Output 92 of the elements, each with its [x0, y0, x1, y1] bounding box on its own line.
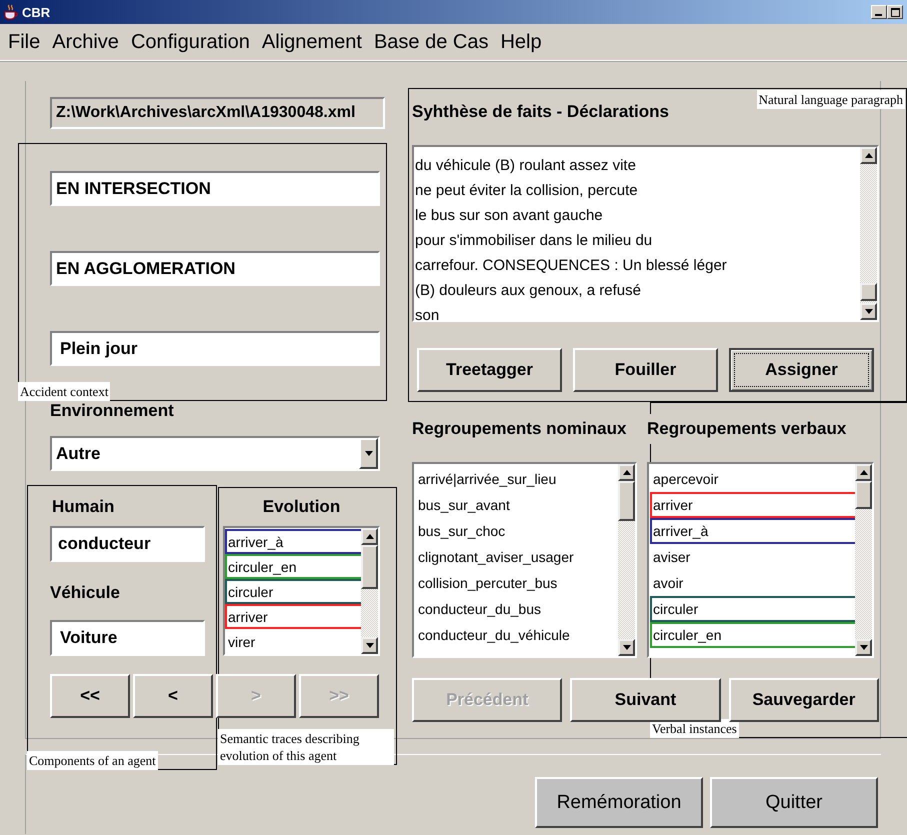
text-field[interactable]: Plein jour — [50, 331, 380, 366]
text-field[interactable]: EN AGGLOMERATION — [50, 251, 380, 286]
scrollbar[interactable] — [860, 147, 877, 320]
list-item[interactable]: virer — [225, 629, 363, 654]
list-item[interactable]: clignotant_aviser_usager — [415, 544, 620, 570]
action-button[interactable]: Remémoration — [535, 777, 703, 828]
window-title: CBR — [22, 4, 50, 20]
list-item[interactable]: conducteur_du_bus — [415, 596, 620, 622]
minimize-button[interactable] — [871, 5, 887, 19]
text-line: (B) douleurs aux genoux, a refusé — [415, 281, 642, 301]
text-field[interactable]: EN INTERSECTION — [50, 171, 380, 206]
list-item[interactable]: arriver_à — [225, 529, 363, 554]
nav-button[interactable]: Suivant — [570, 678, 721, 722]
list-item[interactable]: circuler_en — [225, 554, 363, 579]
nav-button[interactable]: Sauvegarder — [728, 678, 879, 722]
up-arrow-icon — [860, 470, 868, 475]
scroll-up-button[interactable] — [860, 147, 877, 164]
text-field[interactable]: Voiture — [50, 620, 205, 656]
coffee-cup-icon — [4, 4, 18, 20]
dropdown[interactable]: Autre — [50, 436, 380, 471]
text-line: du véhicule (B) roulant assez vite — [415, 156, 637, 176]
text-line: le bus sur son avant gauche — [415, 206, 604, 226]
list-item[interactable]: apercevoir — [650, 466, 857, 492]
list-item[interactable]: arriver_à — [650, 518, 857, 544]
maximize-button[interactable] — [887, 5, 903, 19]
section-title: Regroupements verbaux — [647, 414, 846, 444]
list-item[interactable]: bus_sur_avant — [415, 492, 620, 518]
text-line: carrefour. CONSEQUENCES : Un blessé léger — [415, 256, 728, 276]
scroll-down-button[interactable] — [618, 639, 635, 656]
annotation-label: Accident context — [18, 382, 110, 401]
maximize-icon — [890, 8, 900, 16]
menu-item[interactable]: Help — [500, 30, 542, 54]
scroll-thumb[interactable] — [860, 283, 877, 301]
nav-button[interactable]: < — [133, 674, 213, 718]
list-item[interactable]: arriver — [650, 492, 857, 518]
scrollbar[interactable] — [618, 464, 635, 656]
annotation-label: Components of an agent — [27, 751, 158, 770]
text-area[interactable] — [412, 145, 879, 322]
scroll-up-button[interactable] — [855, 464, 872, 481]
list-item[interactable]: conducteur_du_véhicule — [415, 622, 620, 648]
action-button[interactable]: Quitter — [710, 777, 878, 828]
field-label: Véhicule — [50, 582, 121, 604]
menu-item[interactable]: Alignement — [262, 30, 362, 54]
section-title: Evolution — [262, 496, 342, 518]
scroll-up-button[interactable] — [361, 528, 378, 545]
text-line: ne peut éviter la collision, percute — [415, 181, 639, 201]
scroll-up-button[interactable] — [618, 464, 635, 481]
down-arrow-icon — [364, 451, 372, 456]
list-item[interactable]: circuler — [225, 579, 363, 604]
scrollbar[interactable] — [361, 528, 378, 654]
field-label: Humain — [51, 496, 116, 518]
menu-item[interactable]: Base de Cas — [374, 30, 488, 54]
scroll-thumb[interactable] — [855, 481, 872, 509]
down-arrow-icon — [864, 309, 872, 314]
list-item[interactable]: bus_sur_choc — [415, 518, 620, 544]
scroll-thumb[interactable] — [618, 481, 635, 521]
list-item[interactable]: arrivé|arrivée_sur_lieu — [415, 466, 620, 492]
up-arrow-icon — [366, 534, 374, 539]
up-arrow-icon — [864, 153, 872, 158]
scroll-thumb[interactable] — [361, 545, 378, 589]
section-title: Syhthèse de faits - Déclarations — [412, 101, 669, 123]
action-button[interactable]: Treetagger — [417, 348, 562, 392]
list-item[interactable]: circuler_en — [650, 622, 857, 648]
evolution-list[interactable]: arriver_à circuler_en circuler arriver virer — [223, 526, 380, 656]
text-line: son — [415, 306, 440, 326]
text-line: pour s'immobiliser dans le milieu du — [415, 231, 654, 251]
nav-button[interactable]: << — [50, 674, 130, 718]
menu-item[interactable]: Archive — [52, 30, 119, 54]
scroll-down-button[interactable] — [855, 639, 872, 656]
scrollbar[interactable] — [855, 464, 872, 656]
up-arrow-icon — [622, 470, 630, 475]
down-arrow-icon — [366, 643, 374, 648]
list-item[interactable]: avoir — [650, 570, 857, 596]
scroll-down-button[interactable] — [860, 303, 877, 320]
action-button[interactable]: Assigner — [729, 348, 874, 392]
list-item[interactable]: collision_percuter_bus — [415, 570, 620, 596]
nominal-list[interactable]: arrivé|arrivée_sur_lieu bus_sur_avant bus_sur_choc clignotant_aviser_usager collision_percuter_bus conducteur_du_bus conducteur_du_véhicule — [412, 462, 637, 658]
list-item[interactable]: aviser — [650, 544, 857, 570]
list-item[interactable]: circuler — [650, 596, 857, 622]
text-field[interactable]: conducteur — [50, 526, 205, 562]
down-arrow-icon — [860, 645, 868, 650]
field-label: Environnement — [50, 400, 175, 422]
list-item[interactable]: arriver — [225, 604, 363, 629]
action-button[interactable]: Fouiller — [573, 348, 718, 392]
file-path-field[interactable]: Z:\Work\Archives\arcXml\A1930048.xml — [50, 97, 385, 129]
menu-item[interactable]: File — [8, 30, 40, 54]
annotation-label: Natural language paragraph — [756, 90, 905, 109]
down-arrow-icon — [622, 645, 630, 650]
verbal-list[interactable]: apercevoir arriver arriver_à aviser avoir circuler circuler_en — [647, 462, 874, 658]
annotation-label: Semantic traces describing evolution of this agent — [218, 729, 394, 765]
scroll-down-button[interactable] — [361, 637, 378, 654]
menu-item[interactable]: Configuration — [130, 30, 250, 54]
